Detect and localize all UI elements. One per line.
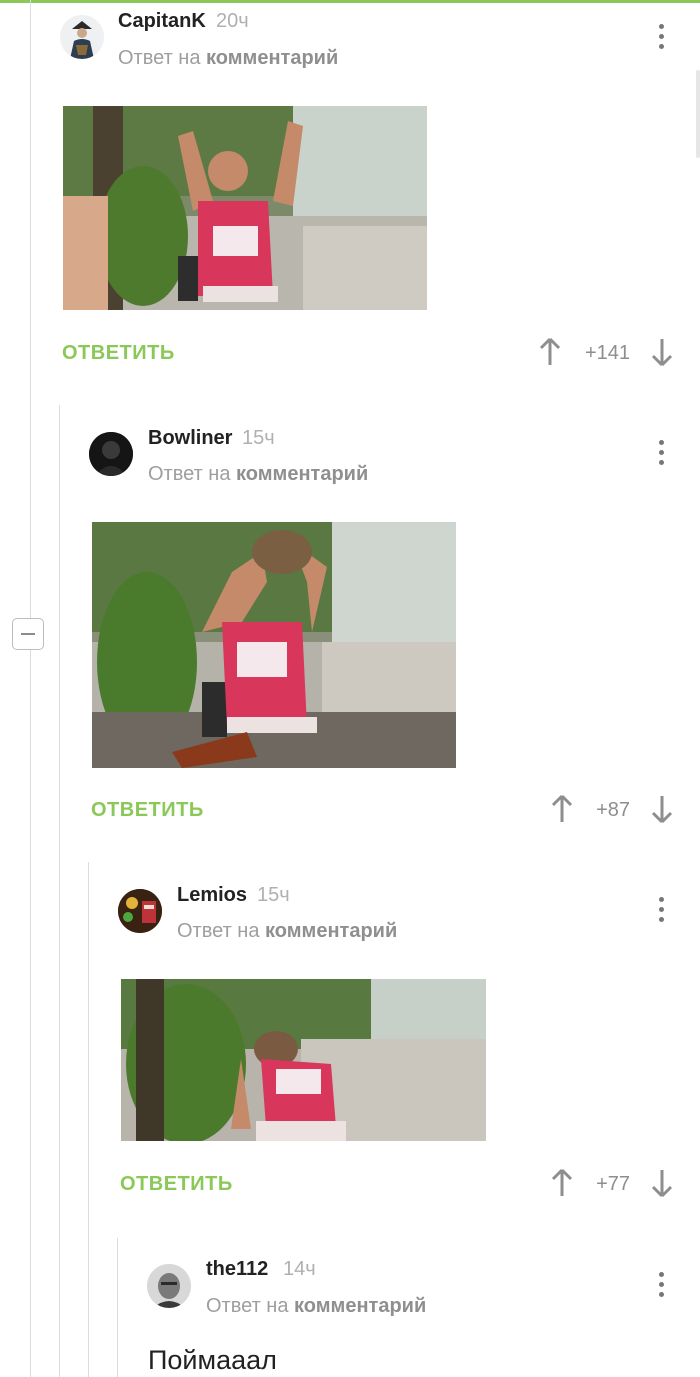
vote-score: +77: [596, 1173, 630, 1195]
reply-to-label: Ответ на комментарий: [206, 1295, 426, 1318]
more-menu-icon[interactable]: [651, 1270, 671, 1300]
reply-button[interactable]: ОТВЕТИТЬ: [91, 799, 204, 822]
username[interactable]: Lemios: [177, 884, 247, 907]
vote-score: +87: [596, 799, 630, 821]
video-frame-2: [92, 522, 456, 768]
reply-to-link[interactable]: комментарий: [206, 47, 338, 69]
reply-to-prefix: Ответ на: [148, 463, 231, 485]
reply-to-prefix: Ответ на: [177, 920, 260, 942]
reply-to-label: Ответ на комментарий: [148, 463, 368, 486]
colorful-avatar-icon: [118, 889, 162, 933]
avatar[interactable]: [147, 1264, 191, 1308]
username[interactable]: CapitanK: [118, 10, 206, 33]
avatar[interactable]: [118, 889, 162, 933]
downvote-arrow-icon[interactable]: [650, 337, 674, 367]
video-frame-1: [63, 106, 427, 310]
reply-button[interactable]: ОТВЕТИТЬ: [62, 342, 175, 365]
vote-score: +141: [584, 342, 630, 364]
upvote-arrow-icon[interactable]: [550, 1168, 574, 1198]
timestamp: 14ч: [283, 1258, 316, 1280]
upvote-arrow-icon[interactable]: [550, 794, 574, 824]
reply-to-label: Ответ на комментарий: [118, 47, 338, 70]
username[interactable]: the112: [206, 1258, 268, 1281]
reply-button[interactable]: ОТВЕТИТЬ: [120, 1173, 233, 1196]
more-menu-icon[interactable]: [651, 895, 671, 925]
comment-gif[interactable]: [121, 979, 486, 1141]
avatar[interactable]: [60, 15, 104, 59]
pirate-avatar-icon: [60, 15, 104, 59]
reply-to-link[interactable]: комментарий: [236, 463, 368, 485]
reply-to-prefix: Ответ на: [118, 47, 201, 69]
dark-portrait-avatar-icon: [89, 432, 133, 476]
comment-capitank: CapitanK 20ч Ответ на комментарий ОТВЕТИ…: [0, 0, 700, 400]
timestamp: 15ч: [242, 427, 275, 449]
collapse-thread-button[interactable]: [12, 618, 44, 650]
bw-face-avatar-icon: [147, 1264, 191, 1308]
username[interactable]: Bowliner: [148, 427, 232, 450]
comment-gif[interactable]: [63, 106, 427, 310]
minus-icon: [21, 633, 35, 635]
thread-line-level-2: [59, 405, 60, 1377]
reply-to-link[interactable]: комментарий: [294, 1295, 426, 1317]
comment-body: Поймааал: [148, 1345, 277, 1375]
more-menu-icon[interactable]: [651, 22, 671, 52]
comment-gif[interactable]: [92, 522, 456, 768]
avatar[interactable]: [89, 432, 133, 476]
video-frame-3: [121, 979, 486, 1141]
upvote-arrow-icon[interactable]: [538, 337, 562, 367]
timestamp: 20ч: [216, 10, 249, 32]
downvote-arrow-icon[interactable]: [650, 794, 674, 824]
reply-to-prefix: Ответ на: [206, 1295, 289, 1317]
reply-to-link[interactable]: комментарий: [265, 920, 397, 942]
downvote-arrow-icon[interactable]: [650, 1168, 674, 1198]
thread-line-level-3: [88, 862, 89, 1377]
more-menu-icon[interactable]: [651, 438, 671, 468]
thread-line-level-4: [117, 1238, 118, 1377]
timestamp: 15ч: [257, 884, 290, 906]
reply-to-label: Ответ на комментарий: [177, 920, 397, 943]
